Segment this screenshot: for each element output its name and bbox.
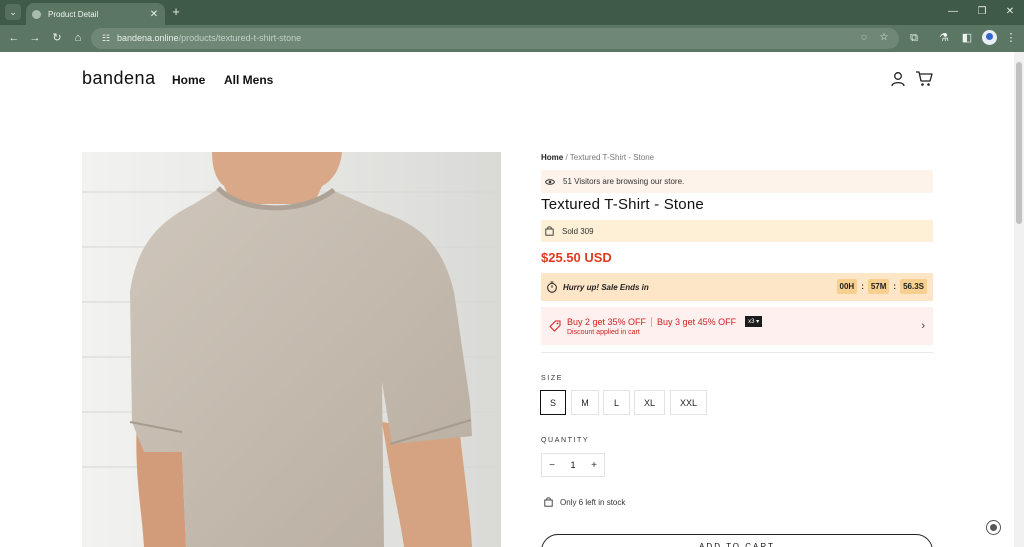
offer-buy-2: Buy 2 get 35% OFF [567,316,647,327]
size-label: SIZE [541,375,563,382]
bookmark-star-icon[interactable]: ☆ [877,31,891,45]
tab-search-button[interactable]: ⌄ [5,4,21,20]
browser-tab-bar: ⌄ Product Detail ✕ + — ❐ ✕ [0,0,1024,25]
chat-widget-icon[interactable] [986,520,1001,535]
breadcrumb: Home / Textured T-Shirt - Stone [541,153,654,162]
extensions-icon[interactable]: ⧉ [906,30,922,46]
browser-tab[interactable]: Product Detail ✕ [26,3,165,25]
back-button[interactable]: ← [6,30,22,46]
quantity-increase-button[interactable]: + [584,460,604,471]
countdown-separator: : [893,282,897,291]
close-window-button[interactable]: ✕ [1001,4,1019,20]
shopping-bag-icon [545,226,554,236]
scrollbar-thumb[interactable] [1016,62,1022,224]
breadcrumb-separator: / [565,153,568,162]
chevron-right-icon[interactable]: › [921,320,925,332]
reload-button[interactable]: ↻ [49,30,65,46]
site-info-icon[interactable]: ☷ [99,31,113,45]
eye-off-icon[interactable]: ◌ [857,31,871,45]
countdown-seconds: 56.3S [900,279,927,294]
size-option-xl[interactable]: XL [634,390,665,415]
countdown-hours: 00H [836,279,858,294]
section-divider [541,352,933,353]
minimize-button[interactable]: — [944,4,962,20]
breadcrumb-home-link[interactable]: Home [541,153,563,162]
sold-count-text: Sold 309 [562,226,594,236]
forward-button[interactable]: → [27,30,43,46]
stock-notice: Only 6 left in stock [544,497,625,507]
shopping-bag-icon [544,497,553,507]
size-option-l[interactable]: L [603,390,630,415]
side-panel-icon[interactable]: ◧ [959,30,975,46]
page-scrollbar[interactable] [1014,52,1024,547]
address-bar[interactable]: ☷ bandena.online/products/textured-t-shi… [91,28,899,49]
size-option-s[interactable]: S [540,390,566,415]
product-photo-illustration [82,152,501,547]
product-title: Textured T-Shirt - Stone [541,196,704,213]
price-tag-icon [549,320,561,332]
favicon-icon [32,9,41,19]
profile-avatar-icon[interactable] [982,30,997,45]
sale-ends-text: Hurry up! Sale Ends in [563,282,649,292]
countdown-minutes: 57M [867,279,890,294]
quantity-stepper: − 1 + [541,453,605,477]
countdown-timer: 00H : 57M : 56.3S [836,279,927,294]
home-button[interactable]: ⌂ [70,30,86,46]
stock-text: Only 6 left in stock [560,497,626,507]
quantity-multiplier-badge[interactable]: x3 ▾ [745,316,763,327]
nav-home-link[interactable]: Home [172,73,205,87]
product-price: $25.50 USD [541,250,612,265]
discount-offer-banner[interactable]: Buy 2 get 35% OFF Buy 3 get 45% OFF x3 ▾… [541,307,933,345]
add-to-cart-button[interactable]: ADD TO CART [541,534,933,547]
account-icon[interactable] [890,71,906,87]
browser-toolbar: ← → ↻ ⌂ ☷ bandena.online/products/textur… [0,25,1024,52]
site-logo[interactable]: bandena [82,68,156,89]
sale-countdown-banner: Hurry up! Sale Ends in 00H : 57M : 56.3S [541,273,933,301]
quantity-decrease-button[interactable]: − [542,460,562,471]
offer-buy-3: Buy 3 get 45% OFF [657,316,737,327]
new-tab-button[interactable]: + [169,4,183,20]
size-option-m[interactable]: M [571,390,599,415]
visitors-banner: 51 Visitors are browsing our store. [541,170,933,193]
nav-all-mens-link[interactable]: All Mens [224,73,273,87]
offer-divider [651,316,653,327]
breadcrumb-current: Textured T-Shirt - Stone [569,153,655,162]
cart-icon[interactable] [915,70,933,87]
close-tab-icon[interactable]: ✕ [147,9,161,20]
stopwatch-icon [547,281,557,293]
quantity-label: QUANTITY [541,437,590,444]
tab-title: Product Detail [48,9,99,19]
restore-button[interactable]: ❐ [973,4,991,20]
countdown-separator: : [861,282,864,291]
browser-menu-icon[interactable]: ⋮ [1003,30,1019,46]
quantity-input[interactable]: 1 [562,460,584,470]
discount-offers: Buy 2 get 35% OFF Buy 3 get 45% OFF x3 ▾ [567,316,763,327]
size-option-xxl[interactable]: XXL [670,390,707,415]
product-image[interactable] [82,152,501,547]
url-text: bandena.online/products/textured-t-shirt… [117,33,302,43]
eye-icon [545,178,555,185]
sold-count-banner: Sold 309 [541,220,933,242]
visitors-text: 51 Visitors are browsing our store. [563,177,685,186]
discount-applied-text: Discount applied in cart [567,329,640,336]
lab-flask-icon[interactable]: ⚗ [936,30,952,46]
